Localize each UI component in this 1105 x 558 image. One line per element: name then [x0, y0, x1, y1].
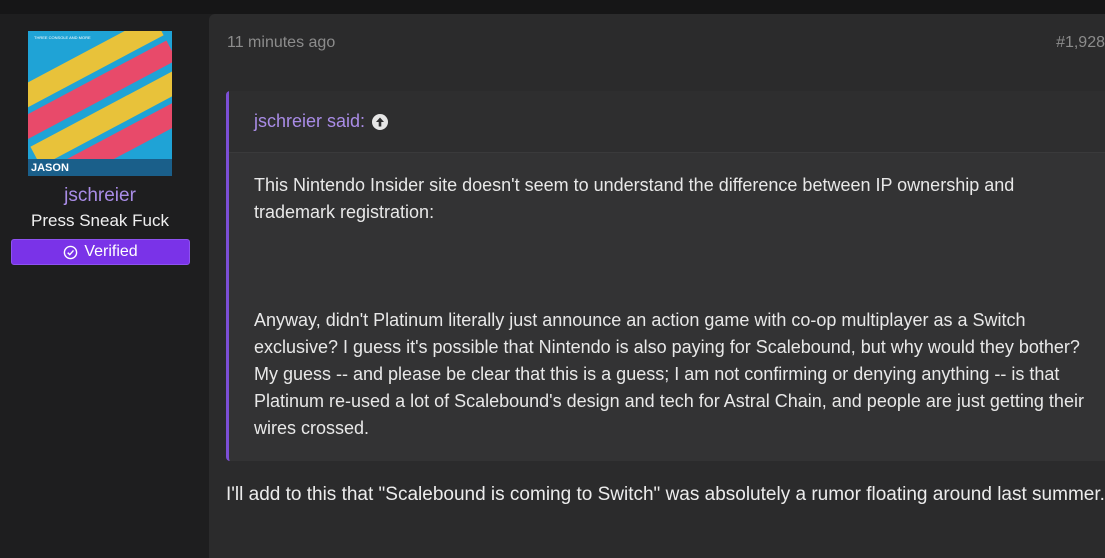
post-body: I'll add to this that "Scalebound is com… — [226, 484, 1105, 505]
verified-badge: Verified — [11, 239, 190, 265]
quote-paragraph-2: Anyway, didn't Platinum literally just a… — [254, 310, 1084, 438]
quote-block: jschreier said: This Nintendo Insider si… — [226, 91, 1105, 461]
post-number[interactable]: #1,928 — [1056, 34, 1105, 52]
check-circle-icon — [63, 245, 78, 260]
user-title: Press Sneak Fuck — [31, 211, 169, 230]
quote-author[interactable]: jschreier said: — [254, 111, 365, 132]
quote-paragraph-1: This Nintendo Insider site doesn't seem … — [254, 175, 1015, 222]
post-container: 11 minutes ago #1,928 jschreier said: Th… — [209, 14, 1105, 558]
avatar[interactable]: THREE CONSOLE AND MORE JASON — [28, 31, 172, 176]
avatar-author-text: JASON — [31, 162, 69, 174]
avatar-top-text: THREE CONSOLE AND MORE — [34, 35, 91, 40]
embedded-media-gap — [254, 226, 1094, 307]
quote-header[interactable]: jschreier said: — [229, 91, 1105, 153]
post-timestamp[interactable]: 11 minutes ago — [227, 34, 335, 52]
top-bar — [0, 0, 1105, 14]
user-sidebar: THREE CONSOLE AND MORE JASON jschreier P… — [0, 14, 207, 558]
verified-label: Verified — [84, 243, 138, 260]
arrow-up-circle-icon[interactable] — [371, 113, 389, 131]
username[interactable]: jschreier — [0, 185, 200, 207]
quote-content: This Nintendo Insider site doesn't seem … — [254, 172, 1094, 442]
